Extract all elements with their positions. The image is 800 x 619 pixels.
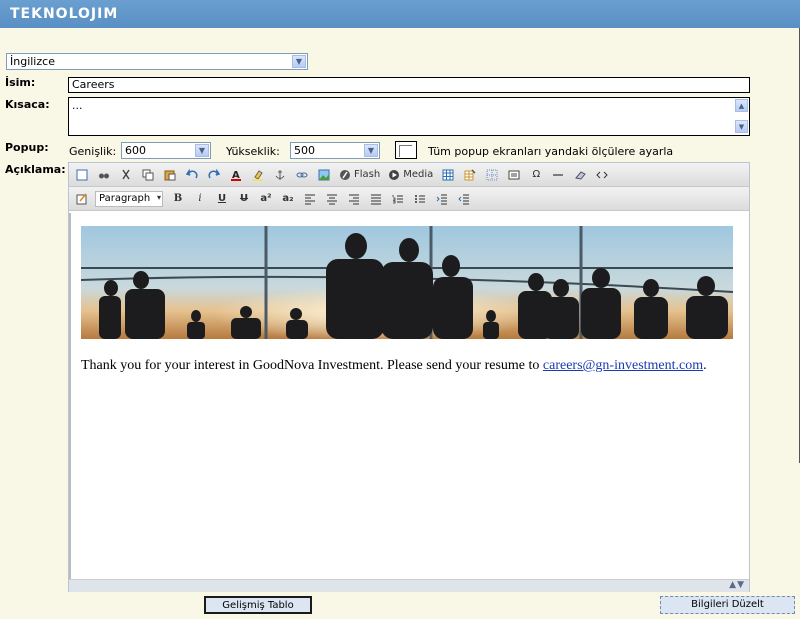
gelismis-tablo-button[interactable]: Gelişmiş Tablo — [204, 596, 312, 614]
rich-text-editor: A Flash Media Ω Paragraph B i U U a² a₂ — [68, 162, 750, 592]
highlight-icon[interactable] — [249, 166, 267, 184]
content-text: Thank you for your interest in GoodNova … — [81, 358, 543, 373]
scroll-up-icon[interactable]: ▲ — [735, 99, 748, 112]
genislik-label: Genişlik: — [69, 145, 117, 158]
isim-input[interactable]: Careers — [68, 77, 750, 93]
app-logo: TEKNOLOJIM — [10, 6, 119, 22]
table-props-icon[interactable] — [461, 166, 479, 184]
underline-button[interactable]: U — [213, 190, 231, 208]
align-right-icon[interactable] — [345, 190, 363, 208]
link-icon[interactable] — [293, 166, 311, 184]
italic-button[interactable]: i — [191, 190, 209, 208]
omega-label: Ω — [532, 169, 541, 180]
genislik-select-value: 600 — [125, 144, 146, 157]
language-select[interactable]: İngilizce ▼ — [6, 53, 308, 70]
find-icon[interactable] — [95, 166, 113, 184]
indent-icon[interactable] — [433, 190, 451, 208]
image-icon[interactable] — [315, 166, 333, 184]
align-left-icon[interactable] — [301, 190, 319, 208]
kisaca-textarea-value: ... — [72, 99, 83, 112]
editor-content[interactable]: Thank you for your interest in GoodNova … — [69, 213, 749, 579]
bullet-list-icon[interactable] — [411, 190, 429, 208]
content-text-end: . — [703, 358, 707, 373]
cut-icon[interactable] — [117, 166, 135, 184]
resize-arrows-icon[interactable]: ▲▼ — [729, 580, 745, 590]
genislik-select[interactable]: 600 ▼ — [121, 142, 211, 159]
editor-toolbar-row-1: A Flash Media Ω — [69, 163, 749, 187]
kisaca-textarea[interactable]: ... ▲ ▼ — [68, 97, 750, 136]
paste-icon[interactable] — [161, 166, 179, 184]
isim-label: İsim: — [5, 76, 36, 89]
redo-icon[interactable] — [205, 166, 223, 184]
paragraph-format-select[interactable]: Paragraph — [95, 190, 163, 207]
media-label: Media — [403, 169, 434, 180]
scroll-down-icon[interactable]: ▼ — [735, 120, 748, 133]
yukseklik-select[interactable]: 500 ▼ — [290, 142, 380, 159]
table-icon[interactable] — [439, 166, 457, 184]
subscript-button[interactable]: a₂ — [279, 190, 297, 208]
chevron-down-icon[interactable]: ▼ — [292, 55, 306, 68]
media-button[interactable]: Media — [386, 166, 435, 184]
popup-size-checkbox[interactable] — [395, 141, 417, 159]
numbered-list-icon[interactable] — [389, 190, 407, 208]
bilgileri-duzelt-button[interactable]: Bilgileri Düzelt — [660, 596, 795, 614]
isim-input-value: Careers — [72, 78, 115, 91]
align-center-icon[interactable] — [323, 190, 341, 208]
editor-toolbar-row-2: Paragraph B i U U a² a₂ — [69, 187, 749, 211]
superscript-button[interactable]: a² — [257, 190, 275, 208]
popup-label: Popup: — [5, 141, 49, 154]
content-paragraph: Thank you for your interest in GoodNova … — [81, 358, 707, 374]
flash-button[interactable]: Flash — [337, 166, 382, 184]
copy-icon[interactable] — [139, 166, 157, 184]
layer-icon[interactable] — [505, 166, 523, 184]
careers-email-link[interactable]: careers@gn-investment.com — [543, 358, 703, 373]
flash-label: Flash — [354, 169, 381, 180]
new-document-icon[interactable] — [73, 166, 91, 184]
bold-button[interactable]: B — [169, 190, 187, 208]
text-color-icon[interactable]: A — [227, 166, 245, 184]
banner-image — [81, 226, 733, 339]
source-code-icon[interactable] — [593, 166, 611, 184]
yukseklik-select-value: 500 — [294, 144, 315, 157]
align-justify-icon[interactable] — [367, 190, 385, 208]
language-select-value: İngilizce — [10, 55, 55, 68]
strikethrough-button[interactable]: U — [235, 190, 253, 208]
aciklama-label: Açıklama: — [5, 163, 66, 176]
chevron-down-icon[interactable]: ▼ — [364, 144, 378, 157]
paragraph-format-value: Paragraph — [99, 192, 151, 204]
eraser-icon[interactable] — [571, 166, 589, 184]
special-char-icon[interactable]: Ω — [527, 166, 545, 184]
grid-icon[interactable] — [483, 166, 501, 184]
horizontal-rule-icon[interactable] — [549, 166, 567, 184]
checkbox-label: Tüm popup ekranları yandaki ölçülere aya… — [428, 145, 674, 158]
undo-icon[interactable] — [183, 166, 201, 184]
format-icon[interactable] — [73, 190, 91, 208]
anchor-icon[interactable] — [271, 166, 289, 184]
yukseklik-label: Yükseklik: — [226, 145, 280, 158]
chevron-down-icon[interactable]: ▼ — [195, 144, 209, 157]
kisaca-label: Kısaca: — [5, 98, 50, 111]
top-bar: TEKNOLOJIM — [0, 0, 800, 28]
editor-status-bar: ▲▼ — [69, 579, 749, 592]
right-edge-line — [796, 28, 800, 463]
outdent-icon[interactable] — [455, 190, 473, 208]
